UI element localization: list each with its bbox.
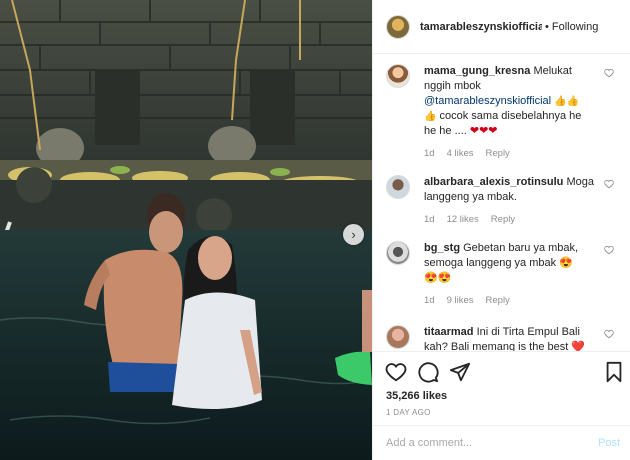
post-header: tamarableszynskiofficial • Following [373,0,630,54]
comment-mention[interactable]: @tamarableszynskiofficial [424,95,551,107]
comment-body: mama_gung_kresna Melukat nggih mbok @tam… [424,64,596,161]
comment-time[interactable]: 1d [424,212,435,227]
heart-icon[interactable] [604,179,614,189]
share-icon[interactable] [449,361,471,383]
comment-time[interactable]: 1d [424,146,435,161]
comment-likes[interactable]: 12 likes [447,212,479,227]
comment-emoji: ❤️ [571,341,586,351]
photo-illustration [0,0,372,460]
post-date: 1 DAY AGO [386,408,431,417]
comment-emoji: 😍 [559,257,573,269]
comment-meta: 1d 4 likes Reply [424,146,596,161]
post-photo: › [0,0,372,460]
action-icons [373,352,630,388]
separator-dot: • [545,20,549,33]
heart-icon[interactable] [604,68,614,78]
comment-username[interactable]: albarbara_alexis_rotinsulu [424,176,563,188]
reply-button[interactable]: Reply [491,212,515,227]
comment-likes[interactable]: 4 likes [447,146,474,161]
comment-item: albarbara_alexis_rotinsulu Moga langgeng… [386,175,624,227]
reply-button[interactable]: Reply [486,146,510,161]
comment-emoji: ❤❤❤ [469,125,498,137]
comment-item: titaarmad Ini di Tirta Empul Bali kah? B… [386,325,624,351]
comment-emoji: 😍😍 [424,272,452,284]
comment-body: titaarmad Ini di Tirta Empul Bali kah? B… [424,325,596,351]
likes-count[interactable]: 35,266 likes [386,390,447,402]
comment-meta: 1d 9 likes Reply [424,293,596,308]
comment-meta: 1d 12 likes Reply [424,212,596,227]
post-owner-username[interactable]: tamarableszynskiofficial [420,21,542,33]
follow-status-button[interactable]: Following [552,21,598,33]
next-photo-button[interactable]: › [343,224,364,245]
avatar[interactable] [386,175,410,199]
heart-icon[interactable] [385,361,407,383]
comments-list[interactable]: mama_gung_kresna Melukat nggih mbok @tam… [373,55,630,351]
comment-text: cocok sama disebelahnya he he he .... [424,110,582,137]
avatar[interactable] [386,14,410,39]
chevron-right-icon: › [351,227,356,242]
comment-likes[interactable]: 9 likes [447,293,474,308]
comment-username[interactable]: titaarmad [424,326,474,338]
add-comment-input[interactable] [386,437,598,449]
comment-username[interactable]: mama_gung_kresna [424,65,530,77]
heart-icon[interactable] [604,329,614,339]
comment-item: bg_stg Gebetan baru ya mbak, semoga lang… [386,241,624,308]
comment-item: mama_gung_kresna Melukat nggih mbok @tam… [386,64,624,161]
comment-emoji: 👍 [424,111,437,122]
comment-body: bg_stg Gebetan baru ya mbak, semoga lang… [424,241,596,308]
post-actions: 35,266 likes 1 DAY AGO [373,351,630,417]
comment-username[interactable]: bg_stg [424,242,460,254]
comment-body: albarbara_alexis_rotinsulu Moga langgeng… [424,175,596,227]
post-button[interactable]: Post [598,437,620,449]
avatar[interactable] [386,241,410,265]
comment-emoji: 👍👍 [554,96,580,107]
avatar[interactable] [386,325,410,349]
reply-button[interactable]: Reply [486,293,510,308]
avatar[interactable] [386,64,410,88]
comment-time[interactable]: 1d [424,293,435,308]
add-comment-bar: Post [373,425,630,460]
post-sidebar: tamarableszynskiofficial • Following mam… [372,0,630,460]
heart-icon[interactable] [604,245,614,255]
bookmark-icon[interactable] [603,361,625,383]
comment-icon[interactable] [417,361,439,383]
